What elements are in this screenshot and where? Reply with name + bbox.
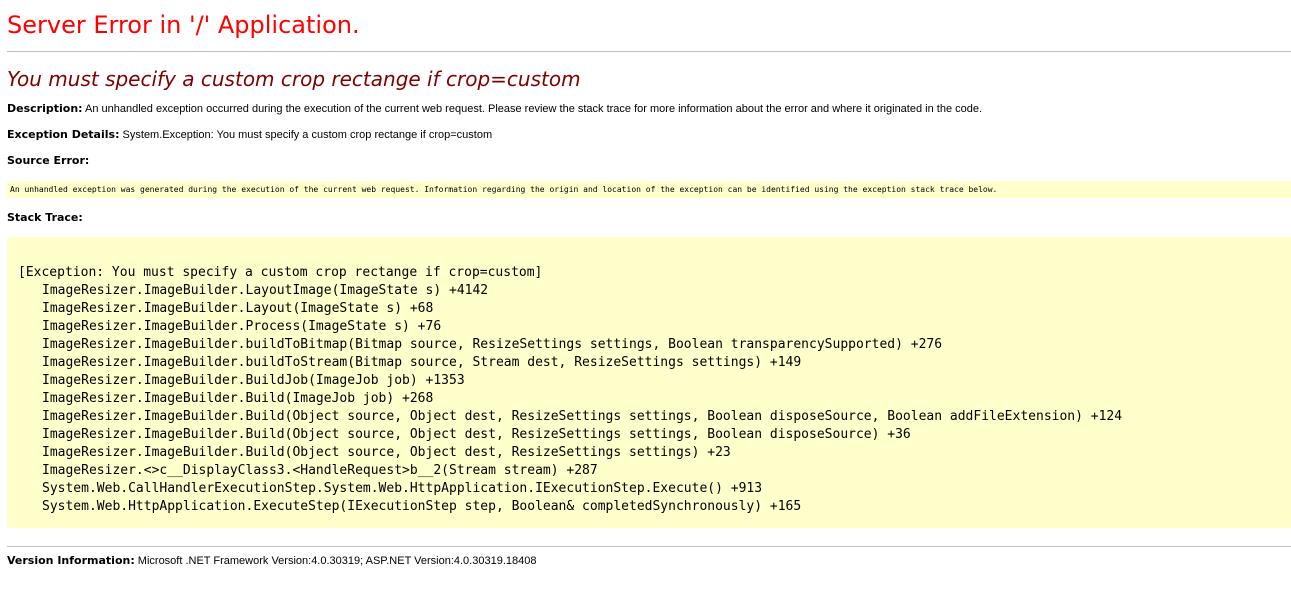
source-error-text: An unhandled exception was generated dur… (10, 185, 998, 194)
stack-frame: ImageResizer.ImageBuilder.Build(Object s… (42, 427, 911, 442)
version-info-text: Microsoft .NET Framework Version:4.0.303… (137, 555, 537, 567)
source-error-section: Source Error: (7, 154, 1291, 168)
version-info-section: Version Information: Microsoft .NET Fram… (7, 554, 1291, 568)
exception-details-label: Exception Details: (7, 128, 120, 141)
stack-frame: ImageResizer.ImageBuilder.LayoutImage(Im… (42, 283, 489, 298)
stack-frame: ImageResizer.ImageBuilder.BuildJob(Image… (42, 373, 465, 388)
error-message: You must specify a custom crop rectange … (7, 67, 581, 91)
stack-frame: System.Web.CallHandlerExecutionStep.Syst… (42, 481, 763, 496)
stack-frame: ImageResizer.ImageBuilder.buildToStream(… (42, 355, 802, 370)
footer-divider (7, 546, 1291, 547)
stack-frame: ImageResizer.ImageBuilder.Layout(ImageSt… (42, 301, 434, 316)
exception-details-section: Exception Details: System.Exception: You… (7, 128, 1291, 142)
stack-trace-box[interactable]: [Exception: You must specify a custom cr… (7, 237, 1291, 528)
description-section: Description: An unhandled exception occu… (7, 102, 1291, 116)
stack-frame: ImageResizer.<>c__DisplayClass3.<HandleR… (42, 463, 598, 478)
description-text: An unhandled exception occurred during t… (85, 103, 983, 115)
stack-trace-section: Stack Trace: (7, 211, 1291, 225)
stack-frame: System.Web.HttpApplication.ExecuteStep(I… (42, 499, 802, 514)
stack-frame: ImageResizer.ImageBuilder.buildToBitmap(… (42, 337, 943, 352)
source-error-box[interactable]: An unhandled exception was generated dur… (7, 181, 1291, 198)
stack-frame: ImageResizer.ImageBuilder.Build(ImageJob… (42, 391, 434, 406)
stack-trace-header: [Exception: You must specify a custom cr… (18, 265, 543, 280)
page-title: Server Error in '/' Application. (7, 11, 360, 39)
description-label: Description: (7, 102, 83, 115)
error-page: Server Error in '/' Application. You mus… (0, 0, 1291, 594)
stack-frame: ImageResizer.ImageBuilder.Build(Object s… (42, 445, 731, 460)
stack-trace-label: Stack Trace: (7, 211, 83, 224)
stack-frame: ImageResizer.ImageBuilder.Build(Object s… (42, 409, 1123, 424)
stack-frame: ImageResizer.ImageBuilder.Process(ImageS… (42, 319, 442, 334)
version-info-label: Version Information: (7, 554, 135, 567)
source-error-label: Source Error: (7, 154, 90, 167)
exception-details-text: System.Exception: You must specify a cus… (122, 129, 493, 141)
